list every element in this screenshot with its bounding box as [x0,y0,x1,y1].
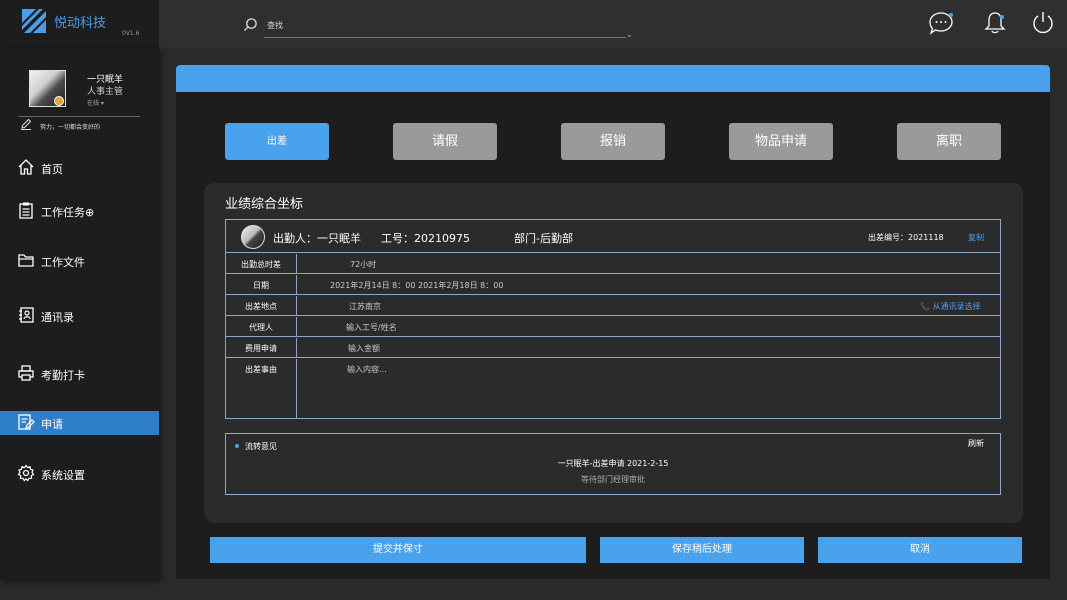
printer-icon [18,365,34,381]
row-label: 费用申请 [226,338,297,357]
form-row-total-time: 出勤总时差 72小时 [226,254,1000,274]
logo-icon [22,9,46,33]
trip-form: 出勤人：一只眠羊 工号：20210975 部门-后勤部 出差编号：2021118… [225,219,1001,419]
top-bar: 悦动科技 0V1.6 查找 ⌄ [0,0,1067,48]
user-role: 人事主管 [87,87,124,97]
sidebar-item-label: 首页 [41,163,63,176]
user-motto: 努力，一切都会变好的 [40,124,101,131]
sidebar-item-settings[interactable]: 系统设置 [0,462,159,486]
sidebar-item-attendance[interactable]: 考勤打卡 [0,362,159,386]
row-label: 代理人 [226,317,297,336]
tab-leave[interactable]: 请假 [393,123,497,160]
pick-from-contacts-link[interactable]: 📞 从通讯录选择 [920,301,981,312]
row-label: 日期 [226,275,297,294]
pencil-icon[interactable] [20,118,32,130]
app-name: 悦动科技 [54,16,107,31]
user-status-dropdown[interactable]: 在线 ▾ [87,98,104,107]
sidebar-item-files[interactable]: 工作文件 [0,249,159,273]
date-range-field[interactable]: 2021年2月14日 8：00 2021年2月18日 8：00 [330,280,503,291]
contacts-icon [19,307,34,323]
agent-input[interactable]: 输入工号/姓名 [346,322,397,333]
divider [18,116,140,117]
card-title: 业绩综合坐标 [225,197,304,212]
sidebar-item-apply[interactable]: 申请 [0,411,159,435]
tab-resignation[interactable]: 离职 [897,123,1001,160]
trip-number: 出差编号：2021118 [868,233,944,242]
sidebar-item-label: 通讯录 [41,311,74,324]
sidebar-item-contacts[interactable]: 通讯录 [0,304,159,328]
chevron-down-icon[interactable]: ⌄ [626,30,633,39]
form-row-location: 出差地点 江苏南京 📞 从通讯录选择 [226,296,1000,316]
flow-title: 流转意见 [245,442,277,451]
tab-item-request[interactable]: 物品申请 [729,123,833,160]
location-field[interactable]: 江苏南京 [349,301,381,312]
avatar [241,225,265,249]
sidebar-item-label: 系统设置 [41,469,85,482]
row-label: 出差事由 [226,359,297,418]
total-time-value: 72小时 [350,260,377,269]
form-edit-icon [18,414,35,430]
tab-reimbursement[interactable]: 报销 [561,123,665,160]
gear-icon [17,464,35,482]
power-icon[interactable] [1030,10,1056,36]
verified-badge-icon [54,96,64,106]
reason-textarea[interactable]: 输入内容... [347,364,387,375]
home-icon [18,159,34,175]
folder-icon [18,254,34,267]
expense-input[interactable]: 输入金额 [348,343,380,354]
form-row-agent: 代理人 输入工号/姓名 [226,317,1000,337]
department: 部门-后勤部 [514,232,573,245]
refresh-button[interactable]: 刷新 [968,438,984,449]
logo-area: 悦动科技 0V1.6 [0,0,159,48]
search-input[interactable]: 查找 [267,20,283,31]
copy-button[interactable]: 复制 [968,232,984,243]
row-label: 出勤总时差 [226,254,297,273]
sidebar-item-label: 工作任务⊕ [41,206,95,219]
form-row-reason: 出差事由 输入内容... [226,359,1000,418]
sidebar-item-label: 申请 [41,418,63,431]
chat-icon[interactable] [928,10,954,36]
tab-business-trip[interactable]: 出差 [225,123,329,160]
search-underline [264,37,626,38]
flow-status: 等待部门经理审批 [581,475,645,484]
app-version: 0V1.6 [122,30,140,37]
row-label: 出差地点 [226,296,297,315]
sidebar-item-label: 工作文件 [41,256,85,269]
employee-number: 工号：20210975 [381,232,470,245]
sidebar-item-label: 考勤打卡 [41,369,85,382]
application-card: 业绩综合坐标 出勤人：一只眠羊 工号：20210975 部门-后勤部 出差编号：… [204,183,1023,523]
bell-icon[interactable] [982,10,1008,36]
sidebar-item-home[interactable]: 首页 [0,156,159,180]
save-later-button[interactable]: 保存稍后处理 [600,537,804,563]
sidebar-item-tasks[interactable]: 工作任务⊕ [0,199,159,223]
sidebar: 一只眠羊 人事主管 在线 ▾ 努力，一切都会变好的 首页 工作任务⊕ 工作文件 [0,48,159,580]
flow-entry: 一只眠羊-出差申请 2021-2-15 [557,459,669,468]
bullet-dot-icon [235,444,239,448]
traveler-name: 出勤人：一只眠羊 [273,232,361,245]
form-row-date: 日期 2021年2月14日 8：00 2021年2月18日 8：00 [226,275,1000,295]
submit-button[interactable]: 提交并保寸 [210,537,586,563]
form-header: 出勤人：一只眠羊 工号：20210975 部门-后勤部 出差编号：2021118… [226,220,1000,253]
main-panel: 出差 请假 报销 物品申请 离职 业绩综合坐标 出勤人：一只眠羊 工号：2021… [176,65,1050,579]
flow-opinion-box: 流转意见 刷新 一只眠羊-出差申请 2021-2-15 等待部门经理审批 [225,433,1001,495]
form-row-expense: 费用申请 输入金额 [226,338,1000,358]
cancel-button[interactable]: 取消 [818,537,1022,563]
panel-header-bar [176,65,1050,92]
search-icon[interactable] [243,17,258,32]
clipboard-icon [19,202,33,219]
